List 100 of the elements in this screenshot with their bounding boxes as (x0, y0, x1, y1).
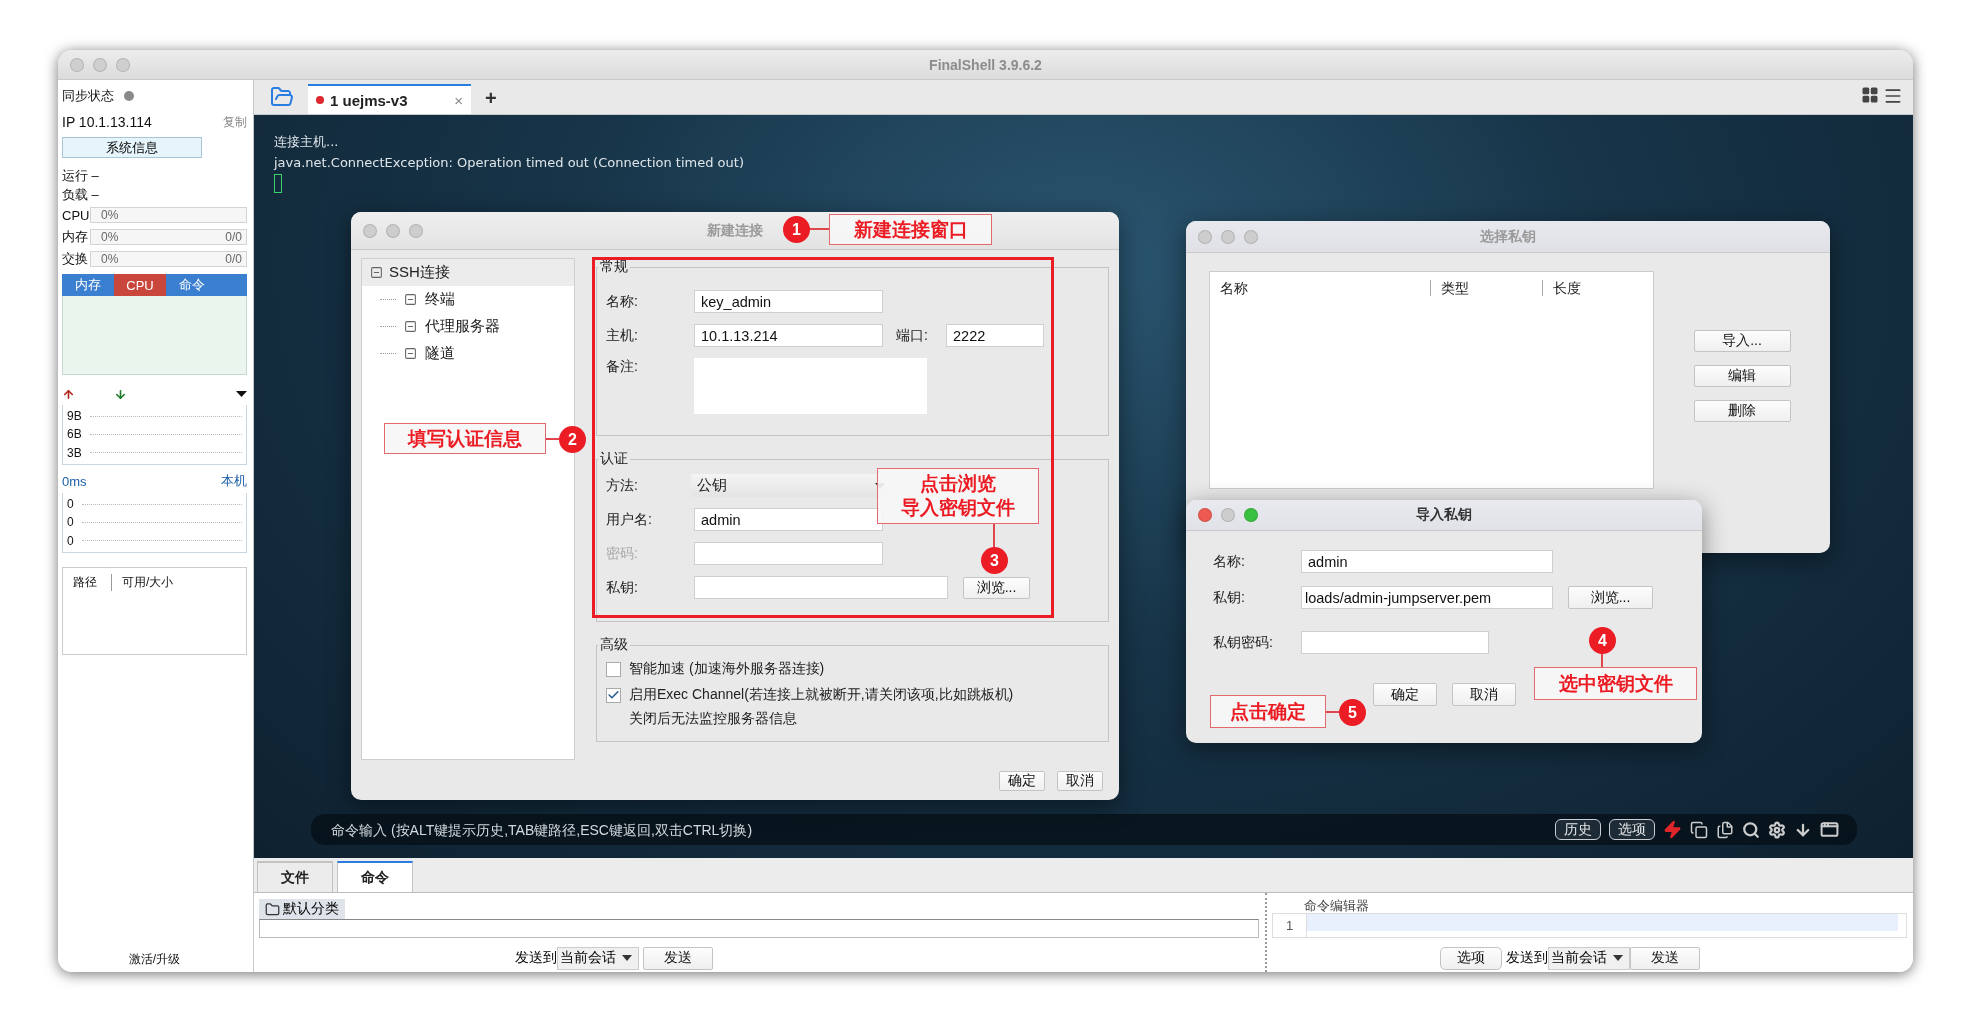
pill-button[interactable]: 历史 (1555, 819, 1601, 840)
window-control-button[interactable] (116, 57, 130, 72)
dialog-button[interactable]: 确定 (1373, 683, 1437, 706)
category-item[interactable]: 默认分类 (259, 899, 345, 919)
window-control-button[interactable] (1221, 508, 1235, 522)
status-dot (124, 91, 134, 101)
callout-label: 点击确定 (1210, 695, 1326, 728)
panel-tab[interactable]: 文件 (257, 861, 333, 892)
pill-button[interactable]: 选项 (1609, 819, 1655, 840)
collapse-icon (404, 347, 417, 360)
settings-icon[interactable] (1768, 820, 1786, 839)
axis-label: 0 (67, 515, 74, 530)
send-button[interactable]: 发送 (643, 946, 713, 970)
option-note: 关闭后无法监控服务器信息 (629, 710, 798, 728)
dialog-title: 新建连接 (707, 221, 763, 240)
name-field[interactable]: admin (1301, 550, 1553, 573)
collapse-icon (370, 266, 383, 279)
checkbox[interactable] (606, 661, 621, 677)
meter-count: 0/0 (225, 252, 242, 266)
name-field[interactable]: key_admin (694, 290, 883, 313)
system-info-button[interactable]: 系统信息 (62, 137, 202, 158)
browse-button[interactable]: 浏览... (963, 576, 1030, 599)
window-icon[interactable] (1820, 820, 1839, 839)
axis-label: 0 (67, 497, 74, 512)
status-dot (316, 96, 324, 104)
meter-label: 内存 (62, 228, 86, 246)
column-header: 名称 (1219, 280, 1249, 296)
window-control-button[interactable] (363, 223, 377, 238)
paste-icon[interactable] (1716, 820, 1734, 839)
field-label: 名称: (606, 292, 639, 311)
window-control-button[interactable] (409, 223, 423, 238)
window-control-button[interactable] (1198, 229, 1212, 244)
meter-value: 0% (101, 252, 119, 266)
callout-label: 填写认证信息 (384, 423, 546, 454)
session-dropdown[interactable]: 当前会话 (557, 946, 639, 970)
port-field[interactable]: 2222 (946, 324, 1044, 347)
send-button[interactable]: 发送 (1630, 946, 1700, 970)
command-editor[interactable]: 1 (1272, 913, 1907, 938)
window-control-button[interactable] (1244, 508, 1258, 522)
host-field[interactable]: 10.1.13.214 (694, 324, 883, 347)
dialog-button[interactable]: 确定 (999, 771, 1045, 791)
option-label: 启用Exec Channel(若连接上就被断开,请关闭该项,比如跳板机) (629, 686, 1014, 704)
lightning-icon[interactable] (1663, 820, 1682, 839)
options-button[interactable]: 选项 (1440, 946, 1502, 970)
collapse-icon (404, 293, 417, 306)
stat-label: 负载 – (62, 185, 99, 204)
search-icon[interactable] (1742, 820, 1760, 839)
tree-item[interactable]: SSH连接 (362, 259, 574, 286)
download-arrow-icon (114, 387, 127, 401)
private-key-field[interactable] (694, 576, 948, 599)
username-field[interactable]: admin (694, 508, 883, 531)
collapse-icon (404, 320, 417, 333)
grid-icon[interactable] (1861, 86, 1879, 104)
window-control-button[interactable] (1244, 229, 1258, 244)
callout-label: 新建连接窗口 (829, 214, 992, 245)
field-label: 主机: (606, 326, 639, 345)
section-title: 常规 (599, 258, 629, 276)
stat-label: 运行 – (62, 166, 99, 185)
session-dropdown[interactable]: 当前会话 (1548, 946, 1630, 970)
side-button[interactable]: 编辑 (1693, 365, 1791, 387)
menu-icon[interactable] (1883, 86, 1903, 106)
activate-link[interactable]: 激活/升级 (62, 949, 247, 969)
side-button[interactable]: 导入... (1693, 330, 1791, 352)
axis-label: 6B (67, 427, 82, 442)
panel-tab[interactable]: 命令 (337, 861, 413, 892)
field-label: 方法: (606, 476, 639, 495)
dialog-title: 导入私钥 (1416, 506, 1472, 524)
dialog-button[interactable]: 取消 (1452, 683, 1516, 706)
section-title: 高级 (599, 636, 629, 654)
folder-icon[interactable] (270, 85, 294, 109)
session-tab[interactable]: 1 uejms-v3 × (308, 84, 471, 114)
copy-icon[interactable] (1690, 820, 1708, 839)
meter-value: 0% (101, 230, 119, 244)
command-input[interactable]: 命令输入 (按ALT键提示历史,TAB键路径,ESC键返回,双击CTRL切换) 历史 选项 (311, 814, 1857, 845)
command-list-field[interactable] (259, 919, 1259, 938)
window-control-button[interactable] (70, 57, 84, 72)
window-control-button[interactable] (1198, 508, 1212, 522)
passphrase-field[interactable] (1301, 631, 1489, 654)
private-key-field[interactable]: loads/admin-jumpserver.pem (1301, 586, 1553, 609)
leader-line (809, 228, 829, 230)
close-button[interactable]: × (454, 91, 463, 109)
option-label: 智能加速 (加速海外服务器连接) (629, 660, 825, 678)
field-label: 端口: (896, 326, 929, 345)
window-title: FinalShell 3.9.6.2 (929, 56, 1042, 73)
checkbox[interactable] (606, 687, 621, 703)
window-control-button[interactable] (1221, 229, 1235, 244)
terminal-line: java.net.ConnectException: Operation timed out (Connection timed out) (274, 154, 744, 172)
meter-count: 0/0 (225, 230, 242, 244)
window-control-button[interactable] (386, 223, 400, 238)
browse-button[interactable]: 浏览... (1568, 586, 1653, 609)
folder-icon (265, 901, 280, 917)
dialog-button[interactable]: 取消 (1057, 771, 1103, 791)
dropdown-triangle-icon[interactable] (236, 391, 247, 397)
caret-icon (622, 955, 632, 961)
new-tab-button[interactable]: + (481, 87, 501, 110)
side-button[interactable]: 删除 (1693, 400, 1791, 422)
terminal-line: 连接主机... (274, 133, 339, 151)
window-control-button[interactable] (93, 57, 107, 72)
copy-link[interactable]: 复制 (223, 113, 247, 131)
monitor-tab[interactable]: CPU (114, 274, 166, 296)
